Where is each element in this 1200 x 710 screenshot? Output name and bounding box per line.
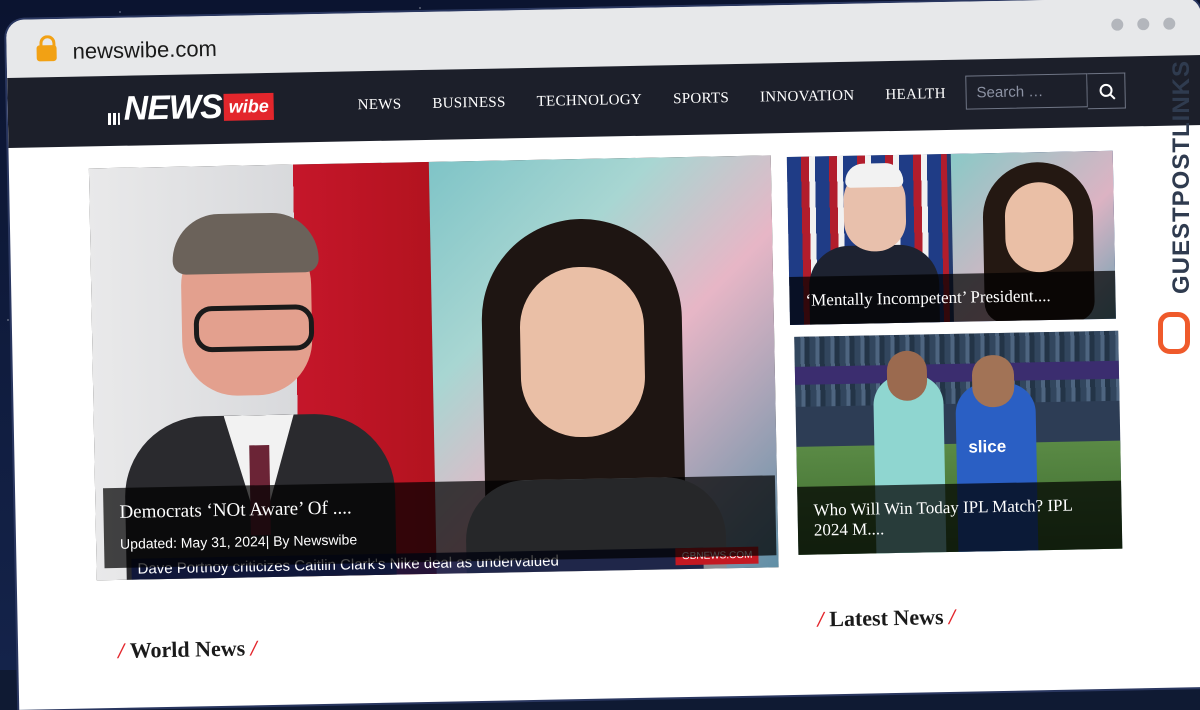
link-icon — [1158, 312, 1190, 354]
menu-item-sports[interactable]: SPORTS — [673, 90, 729, 108]
side-article-1-title[interactable]: ‘Mentally Incompetent’ President.... — [789, 270, 1116, 326]
main-menu: NEWS BUSINESS TECHNOLOGY SPORTS INNOVATI… — [358, 86, 946, 114]
window-dot-icon[interactable] — [1137, 18, 1150, 31]
world-news-heading: / World News / — [117, 635, 258, 663]
jersey-sponsor-text: slice — [968, 436, 1007, 457]
logo-news-text: NEWS — [123, 87, 223, 128]
site-logo[interactable]: NEWS wibe — [107, 87, 274, 129]
window-dot-icon[interactable] — [1111, 18, 1124, 31]
menu-item-health[interactable]: HEALTH — [885, 86, 946, 104]
lock-icon — [36, 45, 57, 62]
guestpostlinks-watermark: GUESTPOSTLINKS — [1156, 56, 1200, 356]
search-input[interactable] — [965, 73, 1088, 110]
search-form — [965, 72, 1126, 112]
menu-item-technology[interactable]: TECHNOLOGY — [536, 92, 642, 111]
feature-caption: Democrats ‘NOt Aware’ Of .... Updated: M… — [103, 475, 777, 569]
search-button[interactable] — [1087, 72, 1126, 110]
feature-meta: Updated: May 31, 2024| By Newswibe — [119, 531, 358, 552]
feature-title[interactable]: Democrats ‘NOt Aware’ Of .... — [119, 497, 352, 523]
latest-news-label: Latest News — [829, 604, 944, 632]
logo-wibe-text: wibe — [223, 92, 274, 121]
menu-item-innovation[interactable]: INNOVATION — [760, 88, 855, 107]
featured-article[interactable]: Dave Portnoy criticizes Caitlin Clark's … — [88, 155, 779, 581]
window-dot-icon[interactable] — [1163, 17, 1176, 30]
logo-pixel-icon — [107, 112, 121, 125]
side-article-2-title[interactable]: Who Will Win Today IPL Match? IPL 2024 M… — [797, 480, 1123, 555]
search-icon — [1099, 83, 1113, 98]
browser-window: newswibe.com NEWS wibe NEWS BUSINESS TEC… — [6, 0, 1200, 710]
menu-item-news[interactable]: NEWS — [358, 96, 402, 114]
address-bar[interactable]: newswibe.com — [72, 36, 217, 65]
side-article-1[interactable]: ‘Mentally Incompetent’ President.... — [786, 150, 1116, 326]
menu-item-business[interactable]: BUSINESS — [432, 94, 506, 112]
main-content: Dave Portnoy criticizes Caitlin Clark's … — [8, 125, 1200, 708]
latest-news-heading: / Latest News / — [817, 603, 956, 632]
watermark-text: GUESTPOSTLINKS — [1168, 60, 1195, 295]
window-controls — [1111, 17, 1176, 31]
side-article-2[interactable]: slice Who Will Win Today IPL Match? IPL … — [794, 330, 1123, 555]
world-news-label: World News — [129, 635, 246, 663]
